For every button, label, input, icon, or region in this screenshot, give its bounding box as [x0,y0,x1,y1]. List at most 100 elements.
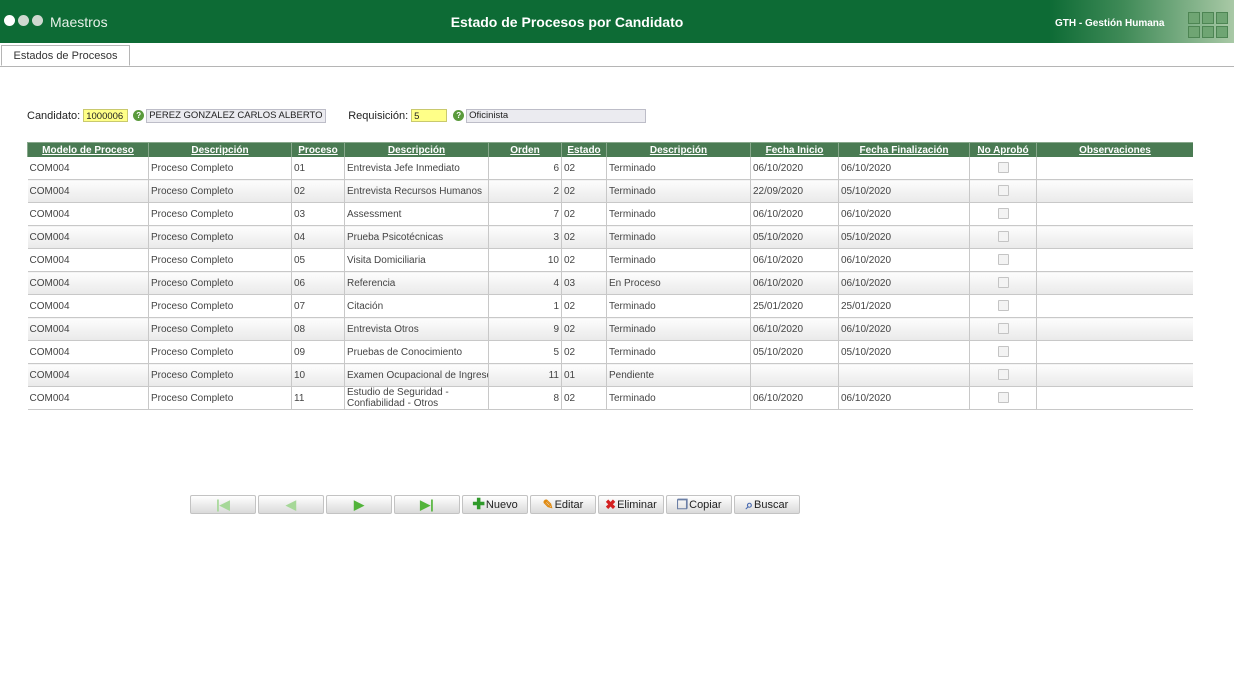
column-header[interactable]: Orden [488,142,562,157]
cell-descripcion-estado: Terminado [606,386,751,410]
cell-observaciones [1036,340,1193,364]
copy-button[interactable]: ❐ Copiar [666,495,732,514]
cell-observaciones [1036,271,1193,295]
cell-no-aprobo [969,248,1037,272]
cell-fecha-inicio: 05/10/2020 [750,340,839,364]
copy-label: Copiar [689,498,722,511]
candidato-code-input[interactable]: 1000006 [83,109,129,122]
table-row[interactable]: COM004 Proceso Completo 10 Examen Ocupacion… [27,363,1193,387]
column-header[interactable]: Descripción [148,142,292,157]
column-header[interactable]: Modelo de Proceso [27,142,149,157]
cell-orden: 9 [488,317,562,341]
column-header[interactable]: Proceso [291,142,345,157]
cell-modelo: COM004 [27,340,149,364]
cell-modelo: COM004 [27,248,149,272]
cell-descripcion-modelo: Proceso Completo [148,340,292,364]
process-grid[interactable]: Modelo de Proceso Descripción Proceso De… [27,142,1193,410]
cell-no-aprobo [969,340,1037,364]
table-row[interactable]: COM004 Proceso Completo 11 Estudio de Segur… [27,386,1193,410]
table-row[interactable]: COM004 Proceso Completo 07 Citación 1 02 Termi… [27,294,1193,318]
page-title: Estado de Procesos por Candidato [450,14,684,30]
cell-descripcion-estado: En Proceso [606,271,751,295]
cell-fecha-finalizacion: 25/01/2020 [838,294,970,318]
column-header[interactable]: Estado [561,142,607,157]
first-record-button[interactable]: |◀ [190,495,256,514]
column-header[interactable]: Fecha Inicio [750,142,839,157]
cell-fecha-inicio: 06/10/2020 [750,271,839,295]
cell-descripcion-proceso: Assessment [344,202,489,226]
no-aprobo-checkbox[interactable] [997,208,1009,220]
help-icon[interactable]: ? [453,110,465,121]
cell-estado: 02 [561,386,607,410]
cell-fecha-finalizacion: 05/10/2020 [838,225,970,249]
cell-fecha-inicio [750,363,839,387]
table-row[interactable]: COM004 Proceso Completo 09 Pruebas de Conoc… [27,340,1193,364]
cell-fecha-inicio: 06/10/2020 [750,248,839,272]
cell-descripcion-estado: Pendiente [606,363,751,387]
no-aprobo-checkbox[interactable] [997,392,1009,404]
no-aprobo-checkbox[interactable] [997,185,1009,197]
cell-observaciones [1036,179,1193,203]
column-header[interactable]: Descripción [606,142,751,157]
next-record-button[interactable]: ▶ [326,495,392,514]
no-aprobo-checkbox[interactable] [997,231,1009,243]
column-header[interactable]: Fecha Finalización [838,142,970,157]
no-aprobo-checkbox[interactable] [997,369,1009,381]
tab-estados-de-procesos[interactable]: Estados de Procesos [1,45,130,66]
table-row[interactable]: COM004 Proceso Completo 04 Prueba Psicotécn… [27,225,1193,249]
cell-descripcion-estado: Terminado [606,317,751,341]
cell-no-aprobo [969,363,1037,387]
search-button[interactable]: ⌕ Buscar [734,495,800,514]
cell-proceso: 06 [291,271,345,295]
no-aprobo-checkbox[interactable] [997,254,1009,266]
help-icon[interactable]: ? [133,110,145,121]
table-row[interactable]: COM004 Proceso Completo 06 Referencia 4 03 En … [27,271,1193,295]
cell-estado: 03 [561,271,607,295]
cell-fecha-finalizacion: 06/10/2020 [838,271,970,295]
cell-orden: 8 [488,386,562,410]
last-record-button[interactable]: ▶| [394,495,460,514]
previous-record-button[interactable]: ◀ [258,495,324,514]
cell-descripcion-proceso: Referencia [344,271,489,295]
no-aprobo-checkbox[interactable] [997,323,1009,335]
cell-modelo: COM004 [27,317,149,341]
table-row[interactable]: COM004 Proceso Completo 05 Visita Domicilia… [27,248,1193,272]
no-aprobo-checkbox[interactable] [997,162,1009,174]
cell-descripcion-proceso: Prueba Psicotécnicas [344,225,489,249]
cell-orden: 5 [488,340,562,364]
arrow-right-icon: ▶ [354,497,364,512]
no-aprobo-checkbox[interactable] [997,346,1009,358]
action-toolbar: |◀ ◀ ▶ ▶| ✚ Nuevo ✎ Editar ✖ Eliminar ❐ Copi… [190,495,800,514]
table-row[interactable]: COM004 Proceso Completo 08 Entrevista Otros… [27,317,1193,341]
delete-button[interactable]: ✖ Eliminar [598,495,664,514]
cell-fecha-finalizacion: 06/10/2020 [838,157,970,180]
requisicion-input[interactable]: 5 [411,109,448,122]
search-icon: ⌕ [745,497,754,512]
new-button[interactable]: ✚ Nuevo [462,495,528,514]
delete-icon: ✖ [605,497,617,512]
edit-button[interactable]: ✎ Editar [530,495,596,514]
cell-observaciones [1036,294,1193,318]
candidato-name-field: PEREZ GONZALEZ CARLOS ALBERTO [146,108,327,123]
no-aprobo-checkbox[interactable] [997,300,1009,312]
cell-modelo: COM004 [27,386,149,410]
new-label: Nuevo [485,498,518,511]
table-row[interactable]: COM004 Proceso Completo 03 Assessment 7 02 Ter… [27,202,1193,226]
column-header[interactable]: Observaciones [1036,142,1193,157]
cell-modelo: COM004 [27,157,149,180]
column-header[interactable]: No Aprobó [969,142,1037,157]
edit-label: Editar [554,498,584,511]
cell-descripcion-proceso: Entrevista Recursos Humanos [344,179,489,203]
table-row[interactable]: COM004 Proceso Completo 01 Entrevista Jefe … [27,157,1193,180]
table-row[interactable]: COM004 Proceso Completo 02 Entrevista Recur… [27,179,1193,203]
cell-estado: 02 [561,202,607,226]
cell-descripcion-modelo: Proceso Completo [148,386,292,410]
cell-descripcion-proceso: Visita Domiciliaria [344,248,489,272]
cell-orden: 2 [488,179,562,203]
cell-proceso: 07 [291,294,345,318]
cell-fecha-finalizacion: 05/10/2020 [838,179,970,203]
cell-descripcion-estado: Terminado [606,179,751,203]
column-header[interactable]: Descripción [344,142,489,157]
cell-fecha-inicio: 25/01/2020 [750,294,839,318]
no-aprobo-checkbox[interactable] [997,277,1009,289]
